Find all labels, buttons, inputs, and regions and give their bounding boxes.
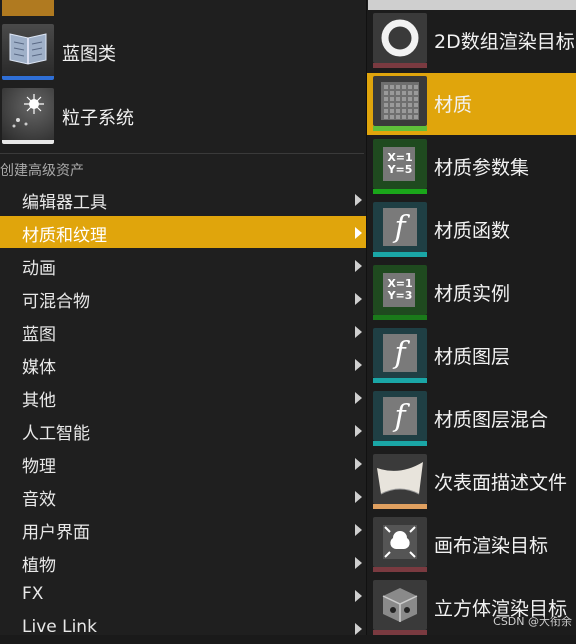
context-menu-left: 蓝图类 粒子系统 创建高级资产 编辑器工具材质和纹理动画可混合物蓝图媒体其他人工…	[0, 0, 366, 637]
chevron-right-icon	[355, 491, 362, 503]
menu-item[interactable]: FX	[0, 579, 366, 611]
chevron-right-icon	[355, 260, 362, 272]
submenu-item[interactable]: 立方体渲染目标	[367, 577, 576, 639]
particle-sparkle-icon	[2, 88, 54, 144]
asset-label: 粒子系统	[62, 108, 134, 129]
chevron-right-icon	[355, 623, 362, 635]
submenu-item[interactable]: 次表面描述文件	[367, 451, 576, 513]
function-glyph: f	[394, 209, 406, 245]
section-title: 创建高级资产	[0, 163, 84, 179]
function-icon: f	[373, 328, 427, 378]
section-divider	[0, 153, 364, 154]
ring-icon	[373, 13, 427, 63]
asset-particle-system[interactable]: 粒子系统	[0, 86, 366, 146]
submenu-item[interactable]: f 材质函数	[367, 199, 576, 261]
asset-type-color-bar	[373, 315, 427, 320]
menu-item[interactable]: 人工智能	[0, 414, 366, 446]
asset-blueprint-class[interactable]: 蓝图类	[0, 22, 366, 82]
menu-item[interactable]: 动画	[0, 249, 366, 281]
chevron-right-icon	[355, 524, 362, 536]
menu-item-label: 材质和纹理	[22, 226, 107, 246]
watermark: CSDN @大衔余	[493, 615, 572, 628]
submenu-item[interactable]: X=1 Y=3 材质实例	[367, 262, 576, 324]
submenu-item-label: 材质图层混合	[434, 409, 549, 431]
xy-glyph: X=1 Y=5	[387, 151, 413, 176]
menu-item-label: 人工智能	[22, 424, 90, 444]
submenu-item-label: 次表面描述文件	[434, 472, 568, 494]
cube-target-icon	[373, 580, 427, 630]
asset-thumb-partial	[2, 0, 54, 16]
submenu-item-label: 材质实例	[434, 283, 511, 305]
chevron-right-icon	[355, 326, 362, 338]
menu-item-label: 可混合物	[22, 292, 90, 312]
subsurface-icon	[373, 454, 427, 504]
submenu-item-label: 材质函数	[434, 220, 511, 242]
menu-item-label: 蓝图	[22, 325, 56, 345]
asset-type-color-bar	[373, 630, 427, 635]
menu-item[interactable]: Live Link	[0, 612, 366, 644]
submenu-item[interactable]: f 材质图层	[367, 325, 576, 387]
function-icon: f	[373, 202, 427, 252]
submenu-item-label: 画布渲染目标	[434, 535, 549, 557]
menu-item-label: 物理	[22, 457, 56, 477]
parameter-collection-icon: X=1 Y=5	[373, 139, 427, 189]
asset-type-color-bar	[373, 504, 427, 509]
menu-item[interactable]: 用户界面	[0, 513, 366, 545]
asset-type-color-bar	[373, 378, 427, 383]
chevron-right-icon	[355, 359, 362, 371]
chevron-right-icon	[355, 458, 362, 470]
function-glyph: f	[394, 398, 406, 434]
asset-type-color-bar	[373, 567, 427, 572]
asset-type-color-bar	[373, 189, 427, 194]
asset-label: 蓝图类	[62, 44, 116, 65]
asset-type-color-bar	[373, 441, 427, 446]
menu-item[interactable]: 材质和纹理	[0, 216, 366, 248]
menu-item-label: 编辑器工具	[22, 193, 107, 213]
menu-item-label: 用户界面	[22, 523, 90, 543]
submenu-item[interactable]: 材质	[367, 73, 576, 135]
menu-item[interactable]: 植物	[0, 546, 366, 578]
chevron-right-icon	[355, 557, 362, 569]
menu-item[interactable]: 编辑器工具	[0, 183, 366, 215]
chevron-right-icon	[355, 425, 362, 437]
asset-type-color-bar	[373, 126, 427, 131]
menu-item-label: FX	[22, 584, 44, 604]
chevron-right-icon	[355, 392, 362, 404]
material-instance-icon: X=1 Y=3	[373, 265, 427, 315]
submenu-item-label: 材质参数集	[434, 157, 530, 179]
menu-item[interactable]: 蓝图	[0, 315, 366, 347]
asset-type-color-bar	[373, 63, 427, 68]
menu-item-label: 媒体	[22, 358, 56, 378]
submenu-item-label: 2D数组渲染目标	[434, 31, 575, 53]
submenu-item[interactable]: 2D数组渲染目标	[367, 10, 576, 72]
menu-item-label: Live Link	[22, 617, 97, 637]
canvas-target-icon	[373, 517, 427, 567]
xy-glyph: X=1 Y=3	[387, 277, 413, 302]
menu-item[interactable]: 可混合物	[0, 282, 366, 314]
viewport-strip	[368, 0, 576, 10]
menu-item[interactable]: 媒体	[0, 348, 366, 380]
menu-item[interactable]: 其他	[0, 381, 366, 413]
chevron-right-icon	[355, 293, 362, 305]
submenu-item[interactable]: X=1 Y=5 材质参数集	[367, 136, 576, 198]
asset-type-color-bar	[373, 252, 427, 257]
material-grid-icon	[373, 76, 427, 126]
menu-item[interactable]: 音效	[0, 480, 366, 512]
submenu-item-label: 材质图层	[434, 346, 511, 368]
menu-item-label: 其他	[22, 391, 56, 411]
submenu-panel: 2D数组渲染目标 材质 X=1 Y=5 材质参数集 f 材质函数 X=1 Y=3 材质实例 f 材…	[366, 0, 576, 635]
function-glyph: f	[394, 335, 406, 371]
blueprint-book-icon	[2, 24, 54, 80]
chevron-right-icon	[355, 194, 362, 206]
function-icon: f	[373, 391, 427, 441]
submenu-item-label: 材质	[434, 94, 473, 116]
submenu-item[interactable]: f 材质图层混合	[367, 388, 576, 450]
chevron-right-icon	[355, 227, 362, 239]
menu-item-label: 音效	[22, 490, 56, 510]
submenu-item[interactable]: 画布渲染目标	[367, 514, 576, 576]
menu-item-label: 动画	[22, 259, 56, 279]
menu-item[interactable]: 物理	[0, 447, 366, 479]
menu-item-label: 植物	[22, 556, 56, 576]
chevron-right-icon	[355, 590, 362, 602]
